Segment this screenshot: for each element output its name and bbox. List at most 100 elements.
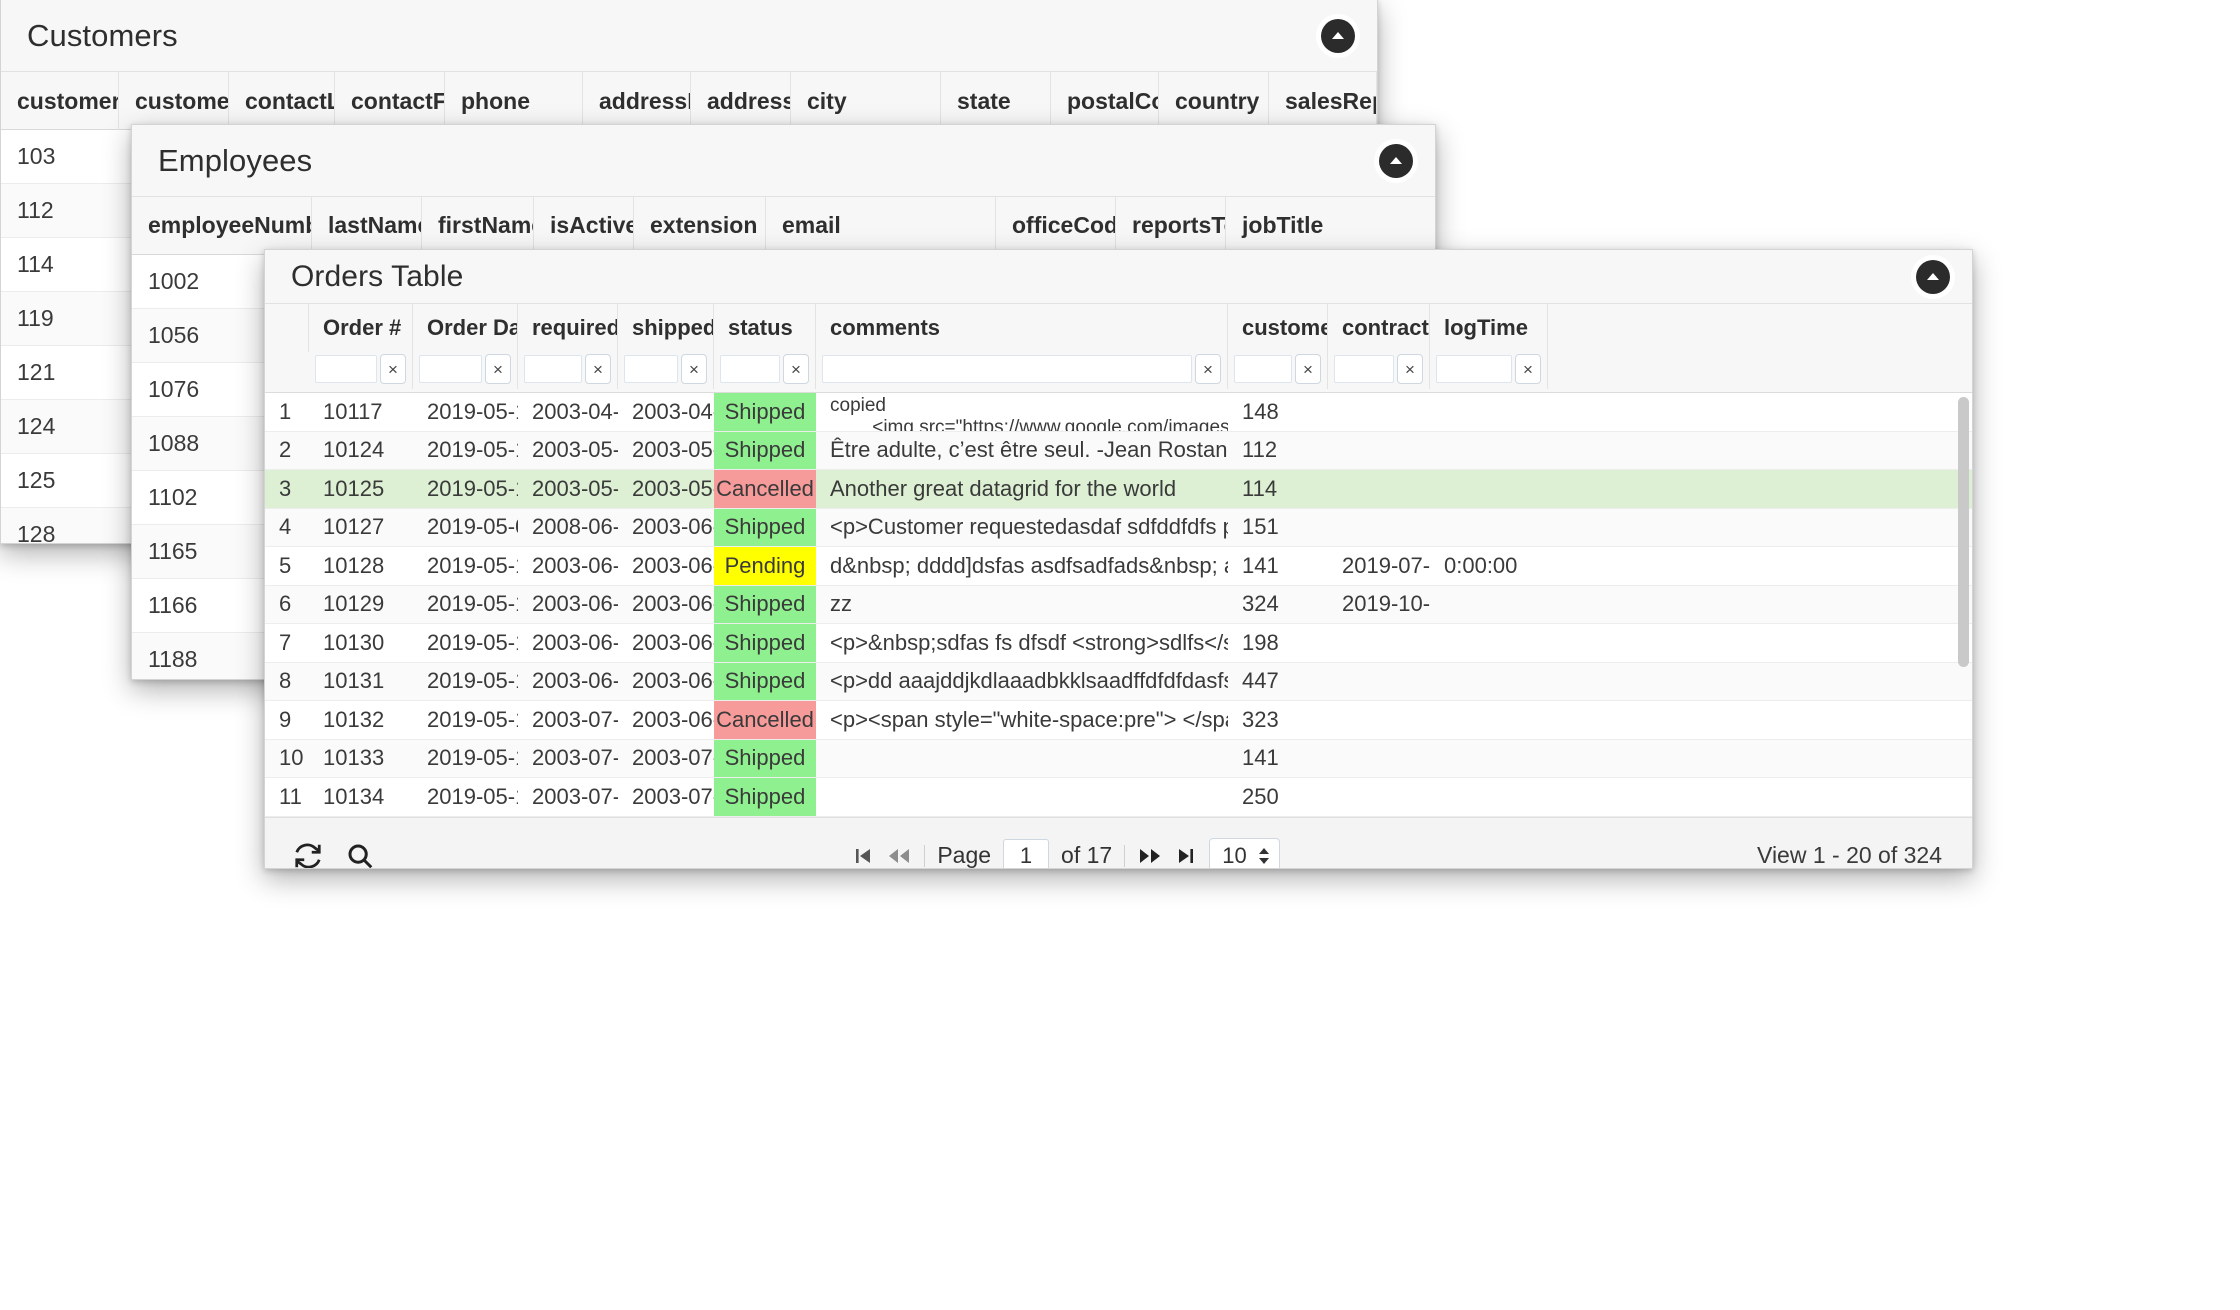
orders-filter-row[interactable]: × × × × × × × × × [265,352,1972,392]
row-index: 2 [265,432,309,470]
filter-input-1[interactable] [419,355,482,383]
table-row[interactable]: 6101292019-05-112003-06-182003-06-14Ship… [265,586,1972,625]
column-header-6[interactable]: addressLine [691,72,791,130]
column-header-1[interactable]: Order Date [413,304,518,352]
pagination-controls[interactable]: Page of 17 10 [852,838,1279,870]
column-header-3[interactable]: contactFirst [335,72,445,130]
filter-cell-1: × [413,349,518,389]
row-index: 7 [265,624,309,662]
filter-clear-button-6[interactable]: × [1295,354,1321,384]
filter-clear-button-2[interactable]: × [585,354,611,384]
column-header-2[interactable]: requiredDat [518,304,618,352]
filter-input-2[interactable] [524,355,582,383]
cell-shippedDate: 2003-07-05 [618,778,714,816]
table-row[interactable]: 9101322019-05-112003-07-012003-06-28Canc… [265,701,1972,740]
table-row[interactable]: 2101242019-05-112003-05-292003-05-25Ship… [265,432,1972,471]
row-index: 6 [265,586,309,624]
filter-input-7[interactable] [1334,355,1394,383]
search-icon[interactable] [345,841,375,870]
column-header-6[interactable]: officeCode [996,197,1116,254]
column-header-3[interactable]: isActive [534,197,634,254]
cell-orderDate: 2019-05-11 [413,432,518,470]
filter-clear-button-8[interactable]: × [1515,354,1541,384]
column-header-3[interactable]: shippedDate [618,304,714,352]
column-header-4[interactable]: phone [445,72,583,130]
filter-input-0[interactable] [315,355,377,383]
filter-clear-button-7[interactable]: × [1397,354,1423,384]
cell-requiredDate: 2003-07-10 [518,778,618,816]
table-row[interactable]: 11101342019-05-112003-07-102003-07-05Shi… [265,778,1972,817]
column-header-0[interactable]: customerNu [1,72,119,130]
filter-input-3[interactable] [624,355,678,383]
cell-orderDate: 2019-05-11 [413,663,518,701]
filter-clear-button-5[interactable]: × [1195,354,1221,384]
status-badge: Cancelled [714,701,816,739]
column-header-7[interactable]: city [791,72,941,130]
column-header-1[interactable]: lastName [312,197,422,254]
filter-clear-button-1[interactable]: × [485,354,511,384]
column-header-5[interactable]: comments [816,304,1228,352]
table-row[interactable]: 1101172019-05-112003-04-242003-04-17Ship… [265,393,1972,432]
column-header-8[interactable]: logTime [1430,304,1548,352]
customers-column-headers: customerNucustomerNacontactLastcontactFi… [1,72,1377,130]
cell-contractDate [1328,701,1430,739]
table-row[interactable]: 4101272019-05-082008-06-122003-06-13Ship… [265,509,1972,548]
prev-page-icon[interactable] [886,845,912,867]
table-row[interactable]: 10101332019-05-112003-07-042003-07-03Shi… [265,740,1972,779]
column-header-2[interactable]: firstName [422,197,534,254]
table-row[interactable]: 7101302019-05-112003-06-242003-06-21Ship… [265,624,1972,663]
page-size-value: 10 [1222,843,1246,869]
page-input[interactable] [1003,839,1049,870]
column-header-1[interactable]: customerNa [119,72,229,130]
column-header-10[interactable]: country [1159,72,1269,130]
chevron-up-circle-icon[interactable] [1321,19,1355,53]
vertical-scrollbar[interactable] [1958,397,1969,667]
column-header-7[interactable]: reportsTo [1116,197,1226,254]
filter-input-5[interactable] [822,355,1192,383]
cell-shippedDate: 2003-07-03 [618,740,714,778]
next-page-icon[interactable] [1137,845,1163,867]
filter-clear-button-4[interactable]: × [783,354,809,384]
cell-requiredDate: 2003-06-24 [518,624,618,662]
chevron-up-circle-icon[interactable] [1916,260,1950,294]
last-page-icon[interactable] [1175,845,1197,867]
filter-clear-button-0[interactable]: × [380,354,406,384]
column-header-4[interactable]: status [714,304,816,352]
filter-clear-button-3[interactable]: × [681,354,707,384]
filter-input-4[interactable] [720,355,780,383]
pager-divider [924,845,925,867]
cell-customerNumber: 250 [1228,778,1328,816]
cell-order: 10129 [309,586,413,624]
cell-status: Cancelled [714,470,816,508]
refresh-icon[interactable] [293,841,323,870]
orders-rows: 1101172019-05-112003-04-242003-04-17Ship… [265,393,1972,817]
column-header-12[interactable]: creditLimit [1377,72,1378,130]
filter-input-6[interactable] [1234,355,1292,383]
filter-input-8[interactable] [1436,355,1512,383]
column-header-5[interactable]: addressLine [583,72,691,130]
cell-customerNumber: 125 [1,454,119,507]
column-header-8[interactable]: jobTitle [1226,197,1396,254]
first-page-icon[interactable] [852,845,874,867]
table-row[interactable]: 3101252019-05-112003-05-272003-05-24Canc… [265,470,1972,509]
chevron-up-circle-icon[interactable] [1379,144,1413,178]
cell-shippedDate: 2003-06-28 [618,701,714,739]
column-header-5[interactable]: email [766,197,996,254]
table-row[interactable]: 5101282019-05-112003-06-022003-06-11Pend… [265,547,1972,586]
column-header-7[interactable]: contractDat [1328,304,1430,352]
column-header-2[interactable]: contactLast [229,72,335,130]
orders-window[interactable]: Orders Table Order #Order DaterequiredDa… [264,249,1973,869]
column-header-0[interactable]: employeeNumber [132,197,312,254]
status-badge: Pending [714,547,816,585]
column-header-11[interactable]: salesRepEm [1269,72,1377,130]
row-index: 9 [265,701,309,739]
column-header-0[interactable]: Order # [309,304,413,352]
column-header-4[interactable]: extension [634,197,766,254]
page-size-select[interactable]: 10 [1209,838,1279,870]
column-header-8[interactable]: state [941,72,1051,130]
employees-window-title: Employees [158,143,312,179]
table-row[interactable]: 8101312019-05-112003-06-252003-06-21Ship… [265,663,1972,702]
row-index: 5 [265,547,309,585]
column-header-6[interactable]: customerNu [1228,304,1328,352]
column-header-9[interactable]: postalCode [1051,72,1159,130]
